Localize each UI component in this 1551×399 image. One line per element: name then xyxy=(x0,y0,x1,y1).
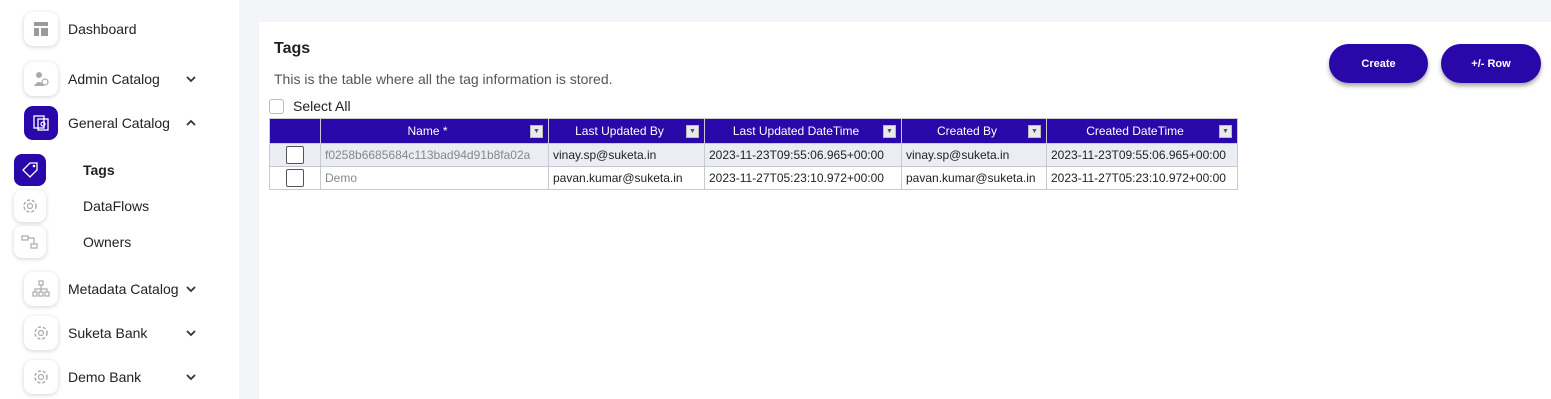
row-select-cell xyxy=(269,166,321,190)
page-header-strip xyxy=(259,0,1551,21)
sidebar-subitem-label: Tags xyxy=(83,162,115,178)
sidebar-item-demo-bank[interactable]: Demo Bank xyxy=(24,359,196,395)
page-description: This is the table where all the tag info… xyxy=(274,71,613,87)
filter-icon[interactable]: ▼ xyxy=(686,125,699,138)
table-row[interactable]: Demo pavan.kumar@suketa.in 2023-11-27T05… xyxy=(269,166,1238,190)
column-header-created-by[interactable]: Created By ▼ xyxy=(901,118,1047,144)
gear-icon xyxy=(24,316,58,350)
sidebar: Dashboard Admin Catalog General Catalog … xyxy=(0,0,239,399)
created-by-cell[interactable]: pavan.kumar@suketa.in xyxy=(901,166,1047,190)
sidebar-item-label: Dashboard xyxy=(68,21,137,37)
column-header-created-datetime[interactable]: Created DateTime ▼ xyxy=(1046,118,1238,144)
sidebar-item-metadata-catalog[interactable]: Metadata Catalog xyxy=(24,271,196,307)
chevron-down-icon[interactable] xyxy=(185,73,197,85)
column-header-label: Last Updated By xyxy=(575,124,664,138)
select-all-checkbox[interactable] xyxy=(269,98,284,114)
row-checkbox[interactable] xyxy=(286,169,304,187)
sidebar-subitem-owners[interactable]: Owners xyxy=(14,226,131,258)
sidebar-subitem-label: Owners xyxy=(83,234,132,250)
sidebar-item-dashboard[interactable]: Dashboard xyxy=(24,11,137,47)
sidebar-item-label: Admin Catalog xyxy=(68,71,160,87)
chevron-down-icon[interactable] xyxy=(185,371,197,383)
chevron-up-icon[interactable] xyxy=(185,117,197,129)
filter-icon[interactable]: ▼ xyxy=(1028,125,1041,138)
filter-icon[interactable]: ▼ xyxy=(1219,125,1232,138)
chevron-down-icon[interactable] xyxy=(185,327,197,339)
last-updated-datetime-cell[interactable]: 2023-11-23T09:55:06.965+00:00 xyxy=(704,143,902,167)
filter-icon[interactable]: ▼ xyxy=(883,125,896,138)
column-header-label: Last Updated DateTime xyxy=(732,124,860,138)
select-column-header xyxy=(269,118,321,144)
sidebar-item-general-catalog[interactable]: General Catalog xyxy=(24,105,196,141)
owners-icon xyxy=(14,226,46,258)
select-all[interactable]: Select All xyxy=(269,98,351,114)
sidebar-item-label: Demo Bank xyxy=(68,369,142,385)
tag-icon xyxy=(14,154,46,186)
filter-icon[interactable]: ▼ xyxy=(530,125,543,138)
add-remove-row-button[interactable]: +/- Row xyxy=(1441,44,1541,83)
created-datetime-cell[interactable]: 2023-11-23T09:55:06.965+00:00 xyxy=(1046,143,1238,167)
row-select-cell xyxy=(269,143,321,167)
admin-icon xyxy=(24,62,58,96)
sidebar-item-admin-catalog[interactable]: Admin Catalog xyxy=(24,61,196,97)
catalog-icon xyxy=(24,106,58,140)
sidebar-item-label: Suketa Bank xyxy=(68,325,148,341)
created-datetime-cell[interactable]: 2023-11-27T05:23:10.972+00:00 xyxy=(1046,166,1238,190)
page-title: Tags xyxy=(274,40,311,57)
main-panel: Tags This is the table where all the tag… xyxy=(259,22,1551,399)
column-header-label: Created By xyxy=(936,124,998,138)
column-header-last-updated-by[interactable]: Last Updated By ▼ xyxy=(548,118,705,144)
sidebar-subitem-label: DataFlows xyxy=(83,198,150,214)
sidebar-subitem-dataflows[interactable]: DataFlows xyxy=(14,190,149,222)
metadata-icon xyxy=(24,272,58,306)
column-header-last-updated-datetime[interactable]: Last Updated DateTime ▼ xyxy=(704,118,902,144)
column-header-label: Name * xyxy=(407,124,448,138)
sidebar-item-label: Metadata Catalog xyxy=(68,281,179,297)
tags-table: Name * ▼ Last Updated By ▼ Last Updated Da… xyxy=(269,118,1238,190)
name-cell[interactable]: f0258b6685684c113bad94d91b8fa02a xyxy=(320,143,549,167)
dashboard-icon xyxy=(24,12,58,46)
gear-icon xyxy=(14,190,46,222)
sidebar-item-suketa-bank[interactable]: Suketa Bank xyxy=(24,315,196,351)
select-all-label: Select All xyxy=(293,98,351,114)
column-header-name[interactable]: Name * ▼ xyxy=(320,118,549,144)
sidebar-subitem-tags[interactable]: Tags xyxy=(14,154,115,186)
create-button[interactable]: Create xyxy=(1329,44,1428,83)
row-checkbox[interactable] xyxy=(286,146,304,164)
gear-icon xyxy=(24,360,58,394)
table-row[interactable]: f0258b6685684c113bad94d91b8fa02a vinay.s… xyxy=(269,143,1238,167)
table-header-row: Name * ▼ Last Updated By ▼ Last Updated Da… xyxy=(269,118,1238,144)
created-by-cell[interactable]: vinay.sp@suketa.in xyxy=(901,143,1047,167)
name-cell[interactable]: Demo xyxy=(320,166,549,190)
last-updated-datetime-cell[interactable]: 2023-11-27T05:23:10.972+00:00 xyxy=(704,166,902,190)
last-updated-by-cell[interactable]: vinay.sp@suketa.in xyxy=(548,143,705,167)
sidebar-item-label: General Catalog xyxy=(68,115,170,131)
last-updated-by-cell[interactable]: pavan.kumar@suketa.in xyxy=(548,166,705,190)
chevron-down-icon[interactable] xyxy=(185,283,197,295)
column-header-label: Created DateTime xyxy=(1086,124,1184,138)
